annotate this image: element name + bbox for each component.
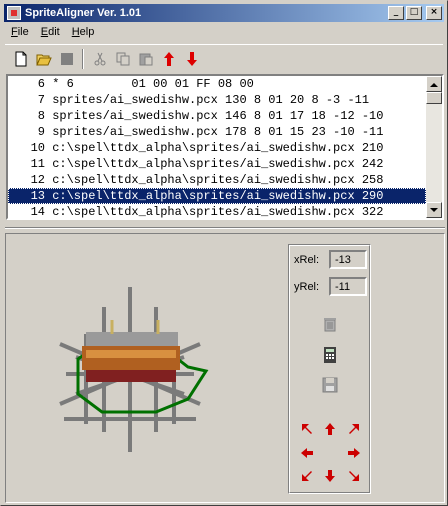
sprite-list-rows: 6 * 6 01 00 01 FF 08 00 7 sprites/ai_swe…	[8, 76, 426, 218]
toolbar-separator	[82, 48, 84, 69]
xrel-field[interactable]: -13	[329, 250, 367, 269]
list-item[interactable]: 12 c:\spel\ttdx_alpha\sprites/ai_swedish…	[8, 172, 426, 188]
move-down-icon	[186, 51, 197, 66]
arrow-up-right-icon	[349, 424, 359, 434]
scroll-up-button[interactable]	[426, 76, 442, 92]
toolbar	[5, 44, 443, 72]
list-item[interactable]: 6 * 6 01 00 01 FF 08 00	[8, 76, 426, 92]
save-icon	[60, 52, 73, 65]
maximize-button[interactable]: □	[406, 6, 422, 20]
open-folder-icon	[35, 54, 52, 65]
scroll-down-arrow-icon	[430, 207, 438, 212]
menu-edit[interactable]: Edit	[35, 24, 66, 42]
list-item[interactable]: 8 sprites/ai_swedishw.pcx 146 8 01 17 18…	[8, 108, 426, 124]
list-item[interactable]: 10 c:\spel\ttdx_alpha\sprites/ai_swedish…	[8, 140, 426, 156]
app-icon[interactable]	[7, 6, 21, 20]
scroll-thumb[interactable]	[426, 92, 442, 104]
xrel-label: xRel:	[294, 254, 320, 266]
yrel-field[interactable]: -11	[329, 277, 367, 296]
nudge-right-button[interactable]	[346, 445, 362, 461]
cut-icon	[94, 52, 105, 65]
nudge-down-right-button[interactable]	[346, 468, 362, 484]
calculator-icon	[324, 347, 336, 363]
minimize-button[interactable]: _	[388, 6, 404, 20]
calculate-button[interactable]	[321, 346, 339, 364]
arrow-right-icon	[348, 448, 360, 458]
copy-button[interactable]	[111, 48, 134, 70]
open-button[interactable]	[32, 48, 55, 70]
menu-file[interactable]: File	[5, 24, 35, 42]
app-window: SpriteAligner Ver. 1.01 _ □ × File Edit …	[0, 0, 448, 506]
nudge-up-right-button[interactable]	[346, 421, 362, 437]
splitter[interactable]	[5, 227, 445, 229]
paste-button[interactable]	[134, 48, 157, 70]
copy-icon	[116, 52, 129, 65]
sprite-preview-canvas[interactable]	[6, 234, 444, 502]
move-up-icon	[163, 51, 174, 66]
title-bar[interactable]: SpriteAligner Ver. 1.01 _ □ ×	[4, 4, 444, 22]
save-offsets-button[interactable]	[321, 376, 339, 394]
new-file-icon	[15, 51, 26, 66]
window-title: SpriteAligner Ver. 1.01	[25, 7, 142, 19]
list-item[interactable]: 13 c:\spel\ttdx_alpha\sprites/ai_swedish…	[8, 188, 426, 204]
arrow-down-right-icon	[349, 471, 359, 481]
arrow-down-left-icon	[302, 471, 312, 481]
sprite-preview-area	[5, 233, 445, 503]
menu-bar: File Edit Help	[5, 24, 100, 42]
vertical-scrollbar[interactable]	[426, 76, 442, 218]
nudge-up-left-button[interactable]	[299, 421, 315, 437]
nudge-down-button[interactable]	[322, 468, 338, 484]
arrow-up-left-icon	[302, 424, 312, 434]
move-down-button[interactable]	[180, 48, 203, 70]
arrow-left-icon	[301, 448, 313, 458]
menu-help[interactable]: Help	[66, 24, 101, 42]
nudge-down-left-button[interactable]	[299, 468, 315, 484]
save-disk-icon	[322, 377, 338, 393]
save-button[interactable]	[55, 48, 78, 70]
offset-panel: xRel: -13 yRel: -11	[288, 244, 371, 494]
arrow-up-icon	[325, 423, 335, 435]
trash-icon	[324, 318, 336, 332]
paste-icon	[139, 53, 152, 65]
nudge-up-button[interactable]	[322, 421, 338, 437]
sprite-list[interactable]: 6 * 6 01 00 01 FF 08 00 7 sprites/ai_swe…	[6, 74, 444, 220]
list-item[interactable]: 9 sprites/ai_swedishw.pcx 178 8 01 15 23…	[8, 124, 426, 140]
yrel-label: yRel:	[294, 281, 320, 293]
new-file-button[interactable]	[9, 48, 32, 70]
move-up-button[interactable]	[157, 48, 180, 70]
nudge-left-button[interactable]	[299, 445, 315, 461]
arrow-down-icon	[325, 470, 335, 482]
scroll-down-button[interactable]	[426, 202, 442, 218]
close-button[interactable]: ×	[426, 6, 442, 20]
offset-panel-inner: xRel: -13 yRel: -11	[289, 245, 370, 493]
list-item[interactable]: 14 c:\spel\ttdx_alpha\sprites/ai_swedish…	[8, 204, 426, 218]
delete-button[interactable]	[321, 315, 339, 333]
list-item[interactable]: 11 c:\spel\ttdx_alpha\sprites/ai_swedish…	[8, 156, 426, 172]
list-item[interactable]: 7 sprites/ai_swedishw.pcx 130 8 01 20 8 …	[8, 92, 426, 108]
cut-button[interactable]	[88, 48, 111, 70]
scroll-up-arrow-icon	[430, 82, 438, 87]
